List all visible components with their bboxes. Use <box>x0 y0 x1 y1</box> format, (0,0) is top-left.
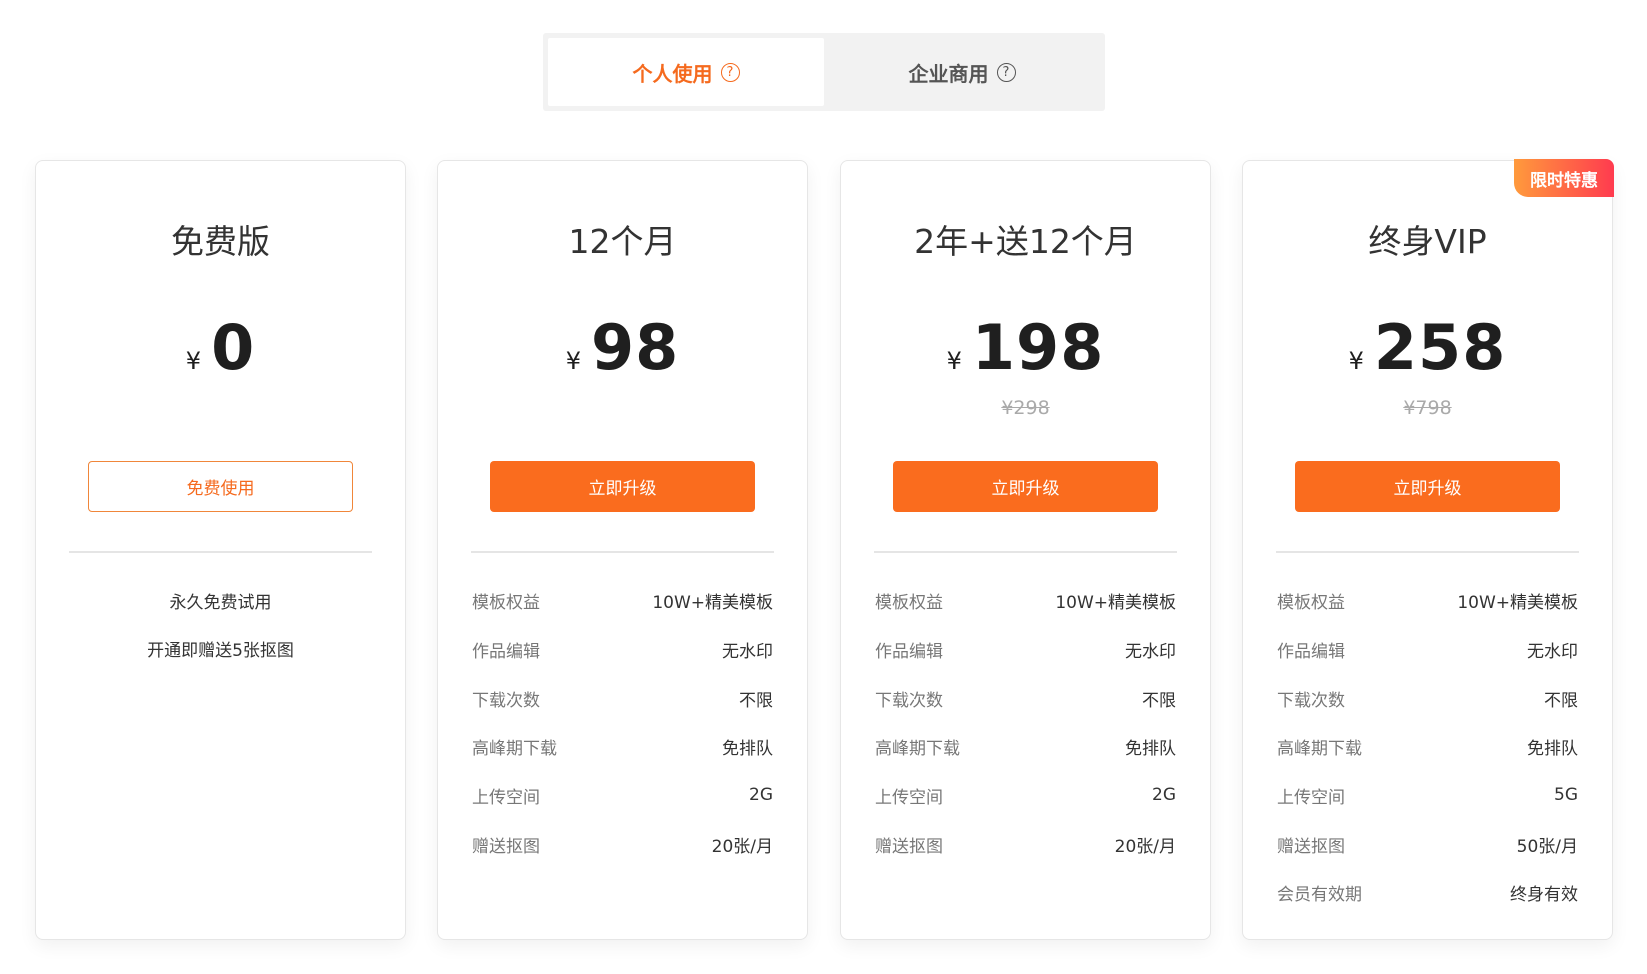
feature-row: 上传空间 2G <box>472 783 773 808</box>
feature-row: 下载次数 不限 <box>875 686 1176 711</box>
plan-price: ¥258 <box>1243 311 1612 384</box>
feature-key: 下载次数 <box>472 690 540 711</box>
help-icon[interactable]: ? <box>996 62 1016 82</box>
feature-key: 赠送抠图 <box>875 836 943 857</box>
feature-row: 模板权益 10W+精美模板 <box>472 588 773 613</box>
currency-symbol: ¥ <box>946 347 962 375</box>
divider <box>471 551 774 553</box>
feature-row: 作品编辑 无水印 <box>875 637 1176 662</box>
feature-value: 不限 <box>1544 690 1578 711</box>
currency-symbol: ¥ <box>185 347 202 375</box>
price-amount: 198 <box>971 311 1105 384</box>
currency-symbol: ¥ <box>1348 347 1364 375</box>
plan-card-free: 免费版 ¥0 免费使用 永久免费试用 开通即赠送5张抠图 <box>35 160 406 940</box>
feature-row: 下载次数 不限 <box>472 686 773 711</box>
currency-symbol: ¥ <box>565 347 581 375</box>
plan-type-tabs: 个人使用 ? 企业商用 ? <box>543 33 1105 111</box>
feature-value: 5G <box>1554 785 1578 805</box>
plan-price: ¥198 <box>841 311 1210 384</box>
feature-value: 免排队 <box>1125 738 1176 759</box>
price-amount: 258 <box>1373 311 1507 384</box>
plan-card-lifetime-vip: 限时特惠 终身VIP ¥258 ¥798 立即升级 模板权益 10W+精美模板 作… <box>1242 159 1614 940</box>
upgrade-button[interactable]: 立即升级 <box>490 461 755 512</box>
free-use-button[interactable]: 免费使用 <box>88 461 353 512</box>
feature-key: 作品编辑 <box>875 641 943 662</box>
feature-value: 2G <box>749 785 773 805</box>
feature-key: 上传空间 <box>472 787 540 808</box>
plan-card-2-years: 2年+送12个月 ¥198 ¥298 立即升级 模板权益 10W+精美模板 作品编… <box>840 160 1211 940</box>
feature-value: 免排队 <box>722 738 773 759</box>
feature-key: 模板权益 <box>875 592 943 613</box>
feature-key: 上传空间 <box>875 787 943 808</box>
plan-note: 开通即赠送5张抠图 <box>147 641 294 661</box>
feature-value: 20张/月 <box>711 836 773 857</box>
plan-title: 12个月 <box>568 222 677 261</box>
plan-title: 2年+送12个月 <box>914 222 1137 261</box>
feature-value: 20张/月 <box>1114 836 1176 857</box>
feature-value: 不限 <box>739 690 773 711</box>
upgrade-button[interactable]: 立即升级 <box>1295 461 1560 512</box>
feature-value: 无水印 <box>1527 641 1578 662</box>
feature-value: 免排队 <box>1527 738 1578 759</box>
plan-price: ¥0 <box>36 311 405 384</box>
feature-key: 模板权益 <box>472 592 540 613</box>
original-price: ¥298 <box>1001 397 1050 419</box>
feature-value: 50张/月 <box>1516 836 1578 857</box>
feature-row: 上传空间 5G <box>1277 783 1578 808</box>
feature-key: 作品编辑 <box>1277 641 1345 662</box>
feature-row: 赠送抠图 50张/月 <box>1277 832 1578 857</box>
feature-value: 10W+精美模板 <box>652 592 773 613</box>
feature-value: 无水印 <box>722 641 773 662</box>
feature-value: 无水印 <box>1125 641 1176 662</box>
feature-key: 高峰期下载 <box>875 738 960 759</box>
divider <box>1276 551 1579 553</box>
feature-key: 下载次数 <box>1277 690 1345 711</box>
feature-row: 高峰期下载 免排队 <box>875 734 1176 759</box>
feature-key: 赠送抠图 <box>1277 836 1345 857</box>
tab-personal[interactable]: 个人使用 ? <box>548 38 824 106</box>
feature-row: 作品编辑 无水印 <box>1277 637 1578 662</box>
tab-business[interactable]: 企业商用 ? <box>824 38 1100 106</box>
feature-value: 10W+精美模板 <box>1055 592 1176 613</box>
feature-key: 下载次数 <box>875 690 943 711</box>
feature-key: 高峰期下载 <box>472 738 557 759</box>
feature-row: 上传空间 2G <box>875 783 1176 808</box>
plan-note: 永久免费试用 <box>169 593 272 613</box>
feature-key: 会员有效期 <box>1277 884 1362 905</box>
feature-row: 赠送抠图 20张/月 <box>875 832 1176 857</box>
limited-offer-badge: 限时特惠 <box>1514 159 1614 197</box>
feature-key: 模板权益 <box>1277 592 1345 613</box>
feature-row: 赠送抠图 20张/月 <box>472 832 773 857</box>
feature-row: 下载次数 不限 <box>1277 686 1578 711</box>
feature-value: 终身有效 <box>1510 884 1578 905</box>
feature-key: 赠送抠图 <box>472 836 540 857</box>
feature-row: 会员有效期 终身有效 <box>1277 880 1578 905</box>
tab-business-label: 企业商用 <box>908 61 989 86</box>
feature-key: 上传空间 <box>1277 787 1345 808</box>
plan-price: ¥98 <box>438 311 807 384</box>
upgrade-button[interactable]: 立即升级 <box>893 461 1158 512</box>
price-amount: 0 <box>211 311 256 384</box>
plan-title: 免费版 <box>171 222 270 261</box>
feature-row: 高峰期下载 免排队 <box>472 734 773 759</box>
feature-key: 作品编辑 <box>472 641 540 662</box>
feature-row: 模板权益 10W+精美模板 <box>1277 588 1578 613</box>
feature-key: 高峰期下载 <box>1277 738 1362 759</box>
plan-card-12-months: 12个月 ¥98 立即升级 模板权益 10W+精美模板 作品编辑 无水印 下载次数 不… <box>437 160 808 940</box>
tab-personal-label: 个人使用 <box>632 61 713 86</box>
original-price: ¥798 <box>1403 397 1452 419</box>
feature-row: 模板权益 10W+精美模板 <box>875 588 1176 613</box>
divider <box>874 551 1177 553</box>
divider <box>69 551 372 553</box>
feature-value: 10W+精美模板 <box>1457 592 1578 613</box>
help-icon[interactable]: ? <box>720 62 740 82</box>
feature-value: 不限 <box>1142 690 1176 711</box>
price-amount: 98 <box>591 311 680 384</box>
feature-value: 2G <box>1152 785 1176 805</box>
plan-title: 终身VIP <box>1368 222 1487 261</box>
feature-row: 高峰期下载 免排队 <box>1277 734 1578 759</box>
feature-row: 作品编辑 无水印 <box>472 637 773 662</box>
